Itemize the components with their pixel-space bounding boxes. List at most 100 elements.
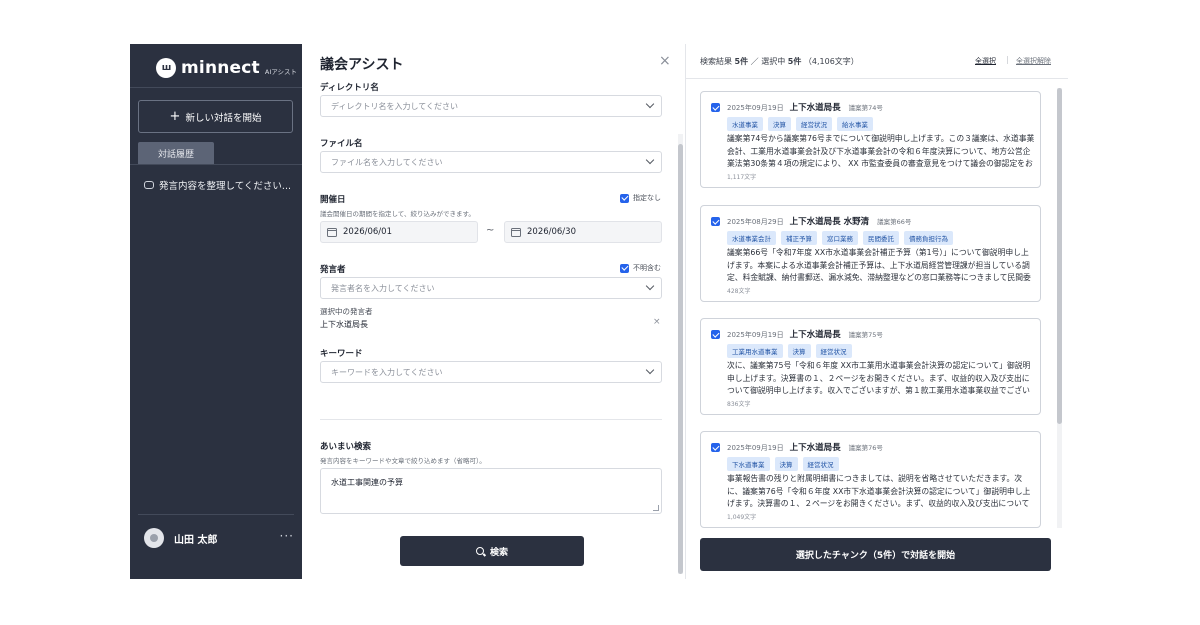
sidebar-divider [138, 514, 294, 515]
search-icon [475, 547, 484, 555]
tag: 民間委託 [863, 231, 899, 245]
logo-mark-icon: ꟺ [156, 58, 176, 78]
result-card[interactable]: 2025年08月29日 上下水道局長 水野清 議案第66号 水道事業会計 補正予… [700, 205, 1041, 302]
tag: 経営状況 [802, 457, 839, 471]
checkbox-checked-icon [620, 263, 629, 273]
header-divider [686, 78, 1068, 79]
card-meta: 2025年09月19日 上下水道局長 議案第75号 [727, 328, 883, 340]
speaker-label: 発言者 [320, 265, 346, 275]
card-tags: 水道事業 決算 経営状況 給水事業 [727, 117, 878, 131]
checkbox-checked-icon[interactable] [711, 330, 720, 339]
include-unknown-checkbox[interactable]: 不明含む [620, 263, 661, 273]
date-range-separator: ~ [486, 225, 495, 236]
card-bill-number: 議案第75号 [848, 331, 883, 339]
chevron-down-icon [645, 99, 655, 109]
card-speaker: 上下水道局長 [789, 443, 841, 453]
file-placeholder: ファイル名を入力してください [331, 157, 443, 167]
fuzzy-help: 発言内容をキーワードや文章で絞り込めます（省略可）。 [320, 457, 486, 465]
card-speaker: 上下水道局長 [789, 330, 841, 340]
history-item-label: 発言内容を整理してください... [159, 181, 291, 192]
plus-icon: + [169, 109, 181, 124]
card-bill-number: 議案第76号 [848, 444, 883, 452]
file-label: ファイル名 [320, 139, 363, 149]
result-card[interactable]: 2025年09月19日 上下水道局長 議案第74号 水道事業 決算 経営状況 給… [700, 91, 1041, 188]
card-tags: 工業用水道事業 決算 経営状況 [727, 344, 857, 358]
card-excerpt: 次に、議案第75号「令和６年度 XX市工業用水道事業会計決算の認定について」御説… [727, 361, 1031, 395]
tag: 水道事業 [727, 117, 763, 131]
scrollbar-thumb[interactable] [678, 144, 683, 574]
results-slash: ／ [750, 57, 759, 66]
select-all-link[interactable]: 全選択 [975, 56, 996, 66]
date-to-input[interactable]: 2026/06/30 [504, 221, 662, 243]
card-date: 2025年09月19日 [727, 444, 784, 452]
checkbox-checked-icon[interactable] [711, 443, 720, 452]
tab-history[interactable]: 対話履歴 [138, 142, 214, 164]
search-button[interactable]: 検索 [400, 536, 584, 566]
calendar-icon [327, 227, 337, 237]
keyword-placeholder: キーワードを入力してください [331, 367, 443, 377]
include-unknown-label: 不明含む [633, 264, 661, 272]
results-summary: 検索結果 5件 ／ 選択中 5件 （4,106文字） [700, 56, 859, 67]
file-select[interactable]: ファイル名を入力してください [320, 151, 662, 173]
keyword-label: キーワード [320, 349, 363, 359]
logo[interactable]: ꟺ minnect AIアシスト [156, 58, 297, 78]
start-chat-with-chunks-button[interactable]: 選択したチャンク（5件）で対話を開始 [700, 538, 1051, 571]
remove-speaker-icon[interactable]: × [653, 317, 661, 327]
tag: 決算 [768, 117, 791, 131]
tag: 決算 [774, 457, 798, 471]
chat-bubble-icon [144, 181, 154, 189]
date-to-value: 2026/06/30 [527, 227, 576, 237]
user-profile[interactable]: 山田 太郎 ··· [144, 527, 294, 549]
tag: 決算 [787, 344, 811, 358]
tag: 水道事業会計 [727, 231, 776, 245]
avatar [144, 528, 164, 548]
result-card[interactable]: 2025年09月19日 上下水道局長 議案第75号 工業用水道事業 決算 経営状… [700, 318, 1041, 415]
history-item[interactable]: 発言内容を整理してください... [144, 178, 291, 192]
directory-select[interactable]: ディレクトリ名を入力してください [320, 95, 662, 117]
calendar-icon [511, 227, 521, 237]
fuzzy-search-textarea[interactable]: 水道工事関連の予算 [320, 468, 662, 514]
results-total: 5件 [734, 57, 749, 66]
new-chat-button[interactable]: + 新しい対話を開始 [138, 100, 293, 133]
fuzzy-label: あいまい検索 [320, 442, 372, 452]
deselect-all-link[interactable]: 全選択解除 [1016, 56, 1051, 66]
user-name: 山田 太郎 [174, 534, 218, 546]
speaker-placeholder: 発言者名を入力してください [331, 283, 435, 293]
tag: 補正予算 [781, 231, 817, 245]
results-panel: 検索結果 5件 ／ 選択中 5件 （4,106文字） 全選択 | 全選択解除 2… [686, 44, 1068, 579]
date-help: 議会開催日の期間を指定して、絞り込みができます。 [320, 210, 475, 218]
card-char-count: 428文字 [727, 288, 751, 295]
user-icon [150, 534, 158, 542]
link-separator: | [1006, 55, 1009, 64]
page-title: 議会アシスト [320, 57, 404, 73]
keyword-select[interactable]: キーワードを入力してください [320, 361, 662, 383]
resize-grip-icon[interactable] [653, 505, 659, 511]
card-char-count: 1,117文字 [727, 174, 757, 181]
tag: 給水事業 [837, 117, 873, 131]
card-excerpt: 議案第66号「令和7年度 XX市水道事業会計補正予算（第1号）」について御説明申… [727, 248, 1031, 282]
tag: 経営状況 [815, 344, 852, 358]
selected-speaker-label: 選択中の発言者 [320, 307, 373, 316]
sidebar-divider [130, 164, 302, 165]
result-card[interactable]: 2025年09月19日 上下水道局長 議案第76号 下水道事業 決算 経営状況 … [700, 431, 1041, 528]
speaker-select[interactable]: 発言者名を入力してください [320, 277, 662, 299]
scrollbar-thumb[interactable] [1057, 88, 1062, 424]
date-unspecified-checkbox[interactable]: 指定なし [620, 193, 661, 203]
card-bill-number: 議案第74号 [848, 104, 883, 112]
sidebar-divider [130, 87, 302, 88]
chevron-down-icon [645, 365, 655, 375]
results-total-label: 検索結果 [700, 57, 732, 66]
date-from-input[interactable]: 2026/06/01 [320, 221, 478, 243]
card-meta: 2025年09月19日 上下水道局長 議案第74号 [727, 101, 883, 113]
checkbox-checked-icon[interactable] [711, 103, 720, 112]
more-icon[interactable]: ··· [280, 529, 294, 543]
card-char-count: 1,049文字 [727, 514, 757, 521]
close-icon[interactable]: × [659, 53, 671, 69]
checkbox-checked-icon [620, 193, 629, 203]
directory-label: ディレクトリ名 [320, 83, 379, 93]
date-unspecified-label: 指定なし [633, 194, 661, 202]
card-tags: 下水道事業 決算 経営状況 [727, 457, 844, 471]
checkbox-checked-icon[interactable] [711, 217, 720, 226]
card-date: 2025年09月19日 [727, 331, 784, 339]
card-excerpt: 事業報告書の残りと附属明細書につきましては、説明を省略させていただきます。次に、… [727, 474, 1031, 508]
